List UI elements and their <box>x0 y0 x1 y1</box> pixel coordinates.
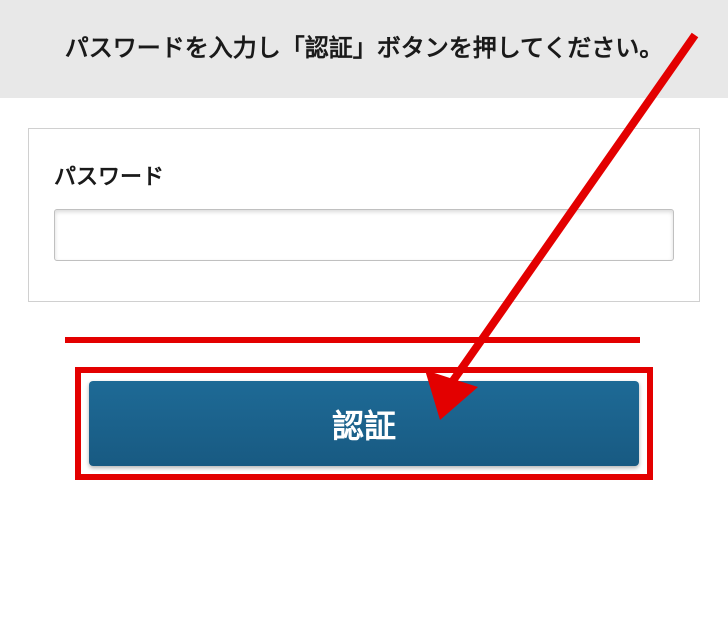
button-highlight-box: 認証 <box>75 367 653 480</box>
auth-button[interactable]: 認証 <box>89 381 639 466</box>
password-input[interactable] <box>54 209 674 261</box>
instruction-text: パスワードを入力し「認証」ボタンを押してください。 <box>40 30 688 68</box>
password-label: パスワード <box>54 159 674 191</box>
instruction-banner: パスワードを入力し「認証」ボタンを押してください。 <box>0 0 728 98</box>
password-form: パスワード <box>28 128 700 302</box>
